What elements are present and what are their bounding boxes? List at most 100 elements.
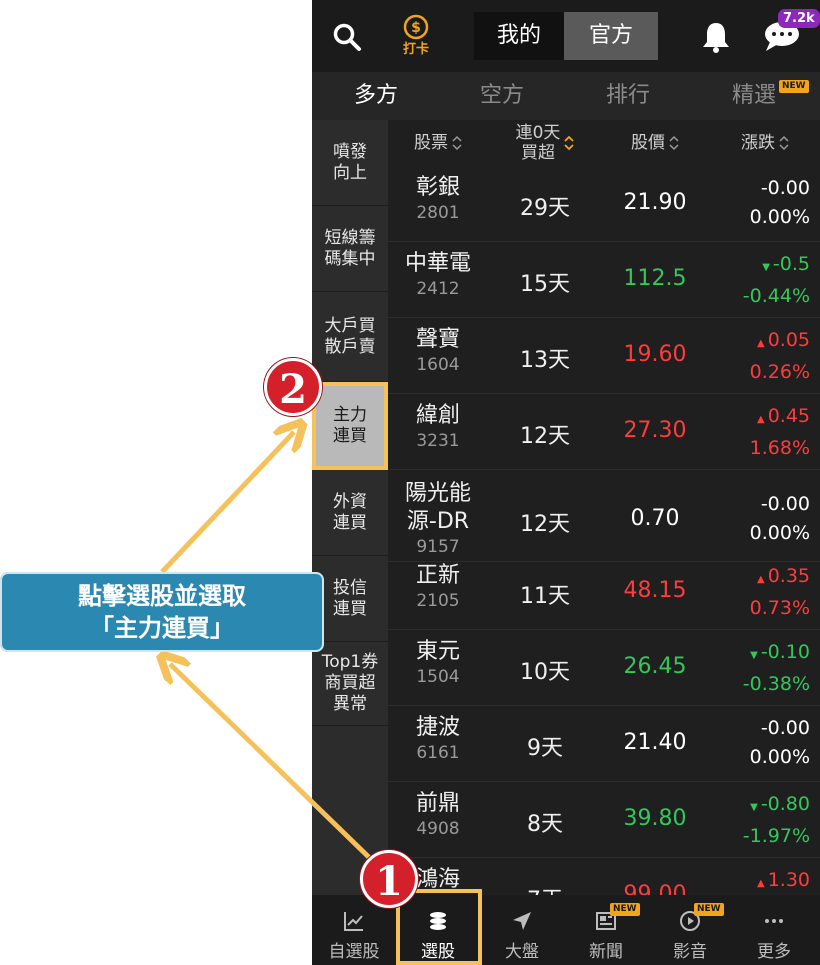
table-row[interactable]: 東元 1504 10天 26.45 ▼ -0.10 -0.38% <box>388 630 820 706</box>
triangle-down-icon: ▼ <box>750 802 758 813</box>
column-header-label: 股票 <box>414 133 448 153</box>
nav-news[interactable]: 新聞 NEW <box>564 895 648 965</box>
sidebar-item-foreign-buy[interactable]: 外資 連買 <box>312 470 388 556</box>
change-value-line: ▼ -0.80 <box>710 790 810 822</box>
stock-code: 6161 <box>416 743 460 763</box>
column-header-days[interactable]: 連0天 買超 <box>490 120 600 166</box>
change-value: -0.00 <box>760 177 810 199</box>
column-header-change[interactable]: 漲跌 <box>710 120 820 166</box>
stock-code: 1504 <box>416 667 460 687</box>
table-header: 股票 連0天 買超 股價 漲跌 <box>388 120 820 166</box>
change-value-line: -0.00 <box>710 714 810 743</box>
tab-official[interactable]: 官方 <box>564 12 658 60</box>
stock-price: 112.5 <box>623 266 687 291</box>
nav-more[interactable]: 更多 <box>732 895 816 965</box>
tab-mine[interactable]: 我的 <box>474 12 564 60</box>
table-row[interactable]: 緯創 3231 12天 27.30 ▲ 0.45 1.68% <box>388 394 820 470</box>
svg-text:$: $ <box>411 20 421 36</box>
stock-name: 正新 <box>415 563 460 588</box>
change-value-line: ▼ -0.10 <box>710 638 810 670</box>
stock-name-cell: 正新 2105 <box>388 562 488 612</box>
triangle-up-icon: ▲ <box>756 574 765 585</box>
change-value-line: ▲ 0.35 <box>710 562 810 594</box>
buy-days: 8天 <box>527 812 563 837</box>
stock-code: 2801 <box>416 203 460 223</box>
change-value-line: ▲ 0.45 <box>710 402 810 434</box>
stock-name-cell: 聲寶 1604 <box>388 326 488 376</box>
change-percent: -0.38% <box>742 673 810 695</box>
column-header-price[interactable]: 股價 <box>600 120 710 166</box>
change-cell: -0.00 0.00% <box>710 490 810 548</box>
chart-icon <box>342 909 366 933</box>
change-percent: -1.97% <box>742 825 810 847</box>
table-row[interactable]: 彰銀 2801 29天 21.90 -0.00 0.00% <box>388 166 820 242</box>
stock-table: 股票 連0天 買超 股價 漲跌 彰銀 2801 29天 21.90 -0.00 0.00%… <box>388 120 820 934</box>
change-cell: ▲ 0.05 0.26% <box>710 326 810 387</box>
change-percent: 0.00% <box>749 206 810 228</box>
highlight-box-main-force <box>312 382 388 470</box>
search-icon[interactable] <box>332 22 362 52</box>
tab-bull[interactable]: 多方 <box>326 72 426 120</box>
change-value: -0.5 <box>772 253 810 275</box>
stock-name-cell: 彰銀 2801 <box>388 174 488 224</box>
nav-market[interactable]: 大盤 <box>480 895 564 965</box>
sort-active-icon <box>564 135 575 151</box>
stock-name-cell: 捷波 6161 <box>388 714 488 764</box>
sidebar-item-surge-up[interactable]: 噴發 向上 <box>312 120 388 206</box>
table-row[interactable]: 捷波 6161 9天 21.40 -0.00 0.00% <box>388 706 820 782</box>
change-value-line: ▲ 1.30 <box>710 866 810 898</box>
stock-name: 緯創 <box>415 403 460 428</box>
change-value-line: -0.00 <box>710 490 810 519</box>
stock-price: 21.40 <box>623 730 687 755</box>
nav-label: 影音 <box>673 942 707 962</box>
sidebar-item-big-buyer-retail-sell[interactable]: 大戶買 散戶賣 <box>312 292 388 382</box>
change-percent: 0.00% <box>749 746 810 768</box>
notification-count-badge: 7.2k <box>778 9 820 28</box>
tab-bear[interactable]: 空方 <box>452 72 552 120</box>
column-header-label: 股價 <box>631 133 665 153</box>
column-header-stock[interactable]: 股票 <box>388 120 488 166</box>
change-value-line: ▼ -0.5 <box>710 250 810 282</box>
stock-name: 陽光能 源-DR <box>404 481 471 534</box>
step1-marker: 1 <box>360 850 418 908</box>
new-badge: NEW <box>694 903 724 916</box>
change-cell: -0.00 0.00% <box>710 174 810 232</box>
nav-video[interactable]: 影音 NEW <box>648 895 732 965</box>
stock-name-cell: 前鼎 4908 <box>388 790 488 840</box>
stock-code: 4908 <box>416 819 460 839</box>
bell-icon[interactable] <box>700 20 732 54</box>
stock-name: 聲寶 <box>415 327 460 352</box>
triangle-down-icon: ▼ <box>762 262 770 273</box>
column-header-label: 連0天 買超 <box>515 123 561 163</box>
triangle-up-icon: ▲ <box>756 878 765 889</box>
change-value: -0.10 <box>760 641 810 663</box>
stock-price: 48.15 <box>623 578 687 603</box>
table-row[interactable]: 陽光能 源-DR 9157 12天 0.70 -0.00 0.00% <box>388 478 820 562</box>
buy-days: 12天 <box>520 424 570 449</box>
tab-ranking[interactable]: 排行 <box>578 72 678 120</box>
change-percent: 0.00% <box>749 522 810 544</box>
callout-line1: 點擊選股並選取 <box>78 582 246 610</box>
buy-days: 9天 <box>527 736 563 761</box>
change-cell: ▲ 0.45 1.68% <box>710 402 810 463</box>
sort-icon <box>669 135 679 151</box>
stock-name: 東元 <box>415 639 460 664</box>
change-value: 0.05 <box>767 329 810 351</box>
table-row[interactable]: 中華電 2412 15天 112.5 ▼ -0.5 -0.44% <box>388 242 820 318</box>
table-row[interactable]: 前鼎 4908 8天 39.80 ▼ -0.80 -1.97% <box>388 782 820 858</box>
change-value: 0.45 <box>767 405 810 427</box>
stock-code: 2412 <box>416 279 460 299</box>
triangle-up-icon: ▲ <box>756 414 765 425</box>
triangle-up-icon: ▲ <box>756 338 765 349</box>
stock-price: 27.30 <box>623 418 687 443</box>
stock-name-cell: 緯創 3231 <box>388 402 488 452</box>
highlight-box-screener <box>396 889 482 965</box>
table-row[interactable]: 正新 2105 11天 48.15 ▲ 0.35 0.73% <box>388 554 820 630</box>
change-cell: ▼ -0.80 -1.97% <box>710 790 810 851</box>
nav-label: 更多 <box>757 942 791 962</box>
table-row[interactable]: 聲寶 1604 13天 19.60 ▲ 0.05 0.26% <box>388 318 820 394</box>
svg-text:打卡: 打卡 <box>403 41 429 56</box>
sidebar-item-short-term-chips[interactable]: 短線籌 碼集中 <box>312 206 388 292</box>
sidebar-item-top1-broker-anomaly[interactable]: Top1券 商買超 異常 <box>312 642 388 726</box>
checkin-icon[interactable]: $ 打卡 <box>396 14 436 57</box>
